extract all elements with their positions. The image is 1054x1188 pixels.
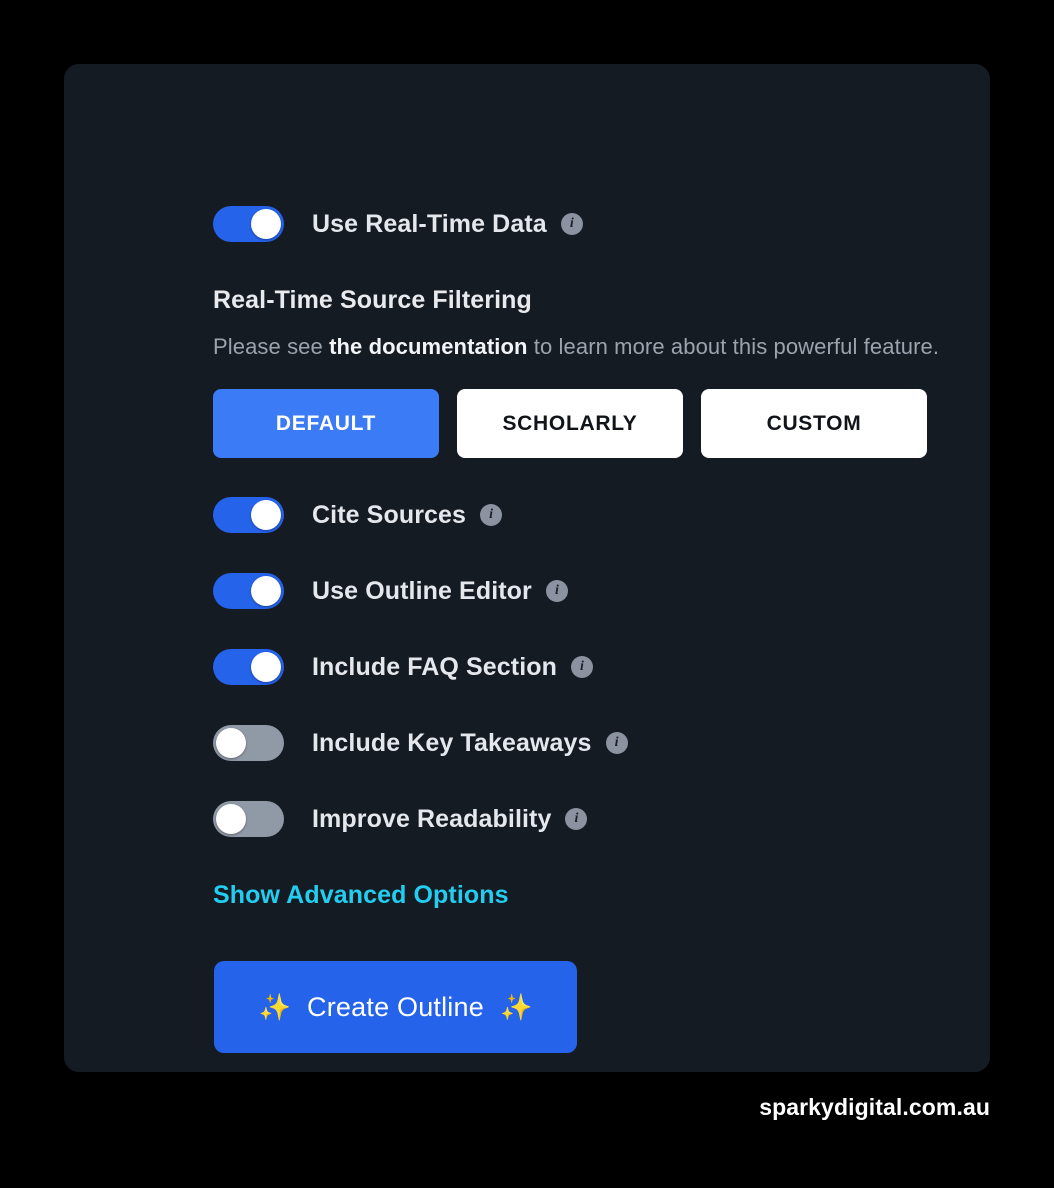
- show-advanced-options-link[interactable]: Show Advanced Options: [213, 881, 509, 910]
- toggle-label-include-faq-section: Include FAQ Section: [312, 652, 557, 681]
- toggle-label-include-key-takeaways: Include Key Takeaways: [312, 728, 592, 757]
- toggle-label-use-outline-editor: Use Outline Editor: [312, 576, 532, 605]
- section-description: Please see the documentation to learn mo…: [213, 334, 939, 360]
- toggle-row-use-outline-editor[interactable]: Use Outline Editor i: [213, 573, 568, 609]
- toggle-label-use-real-time-data: Use Real-Time Data: [312, 209, 547, 238]
- info-icon[interactable]: i: [571, 656, 593, 678]
- toggle-switch-use-outline-editor[interactable]: [213, 573, 284, 609]
- settings-card: Use Real-Time Data i Real-Time Source Fi…: [64, 64, 990, 1072]
- documentation-link[interactable]: the documentation: [329, 334, 527, 359]
- preset-button-custom[interactable]: CUSTOM: [701, 389, 927, 458]
- create-outline-button[interactable]: ✨ Create Outline ✨: [214, 961, 577, 1053]
- sparkles-icon-right: ✨: [499, 992, 533, 1022]
- info-icon[interactable]: i: [560, 213, 583, 235]
- toggle-knob: [251, 652, 281, 682]
- toggle-label-cite-sources: Cite Sources: [312, 500, 467, 529]
- toggle-knob: [251, 209, 281, 239]
- toggle-row-cite-sources[interactable]: Cite Sources i: [213, 497, 503, 533]
- preset-button-group: DEFAULT SCHOLARLY CUSTOM: [213, 389, 927, 458]
- section-heading-source-filtering: Real-Time Source Filtering: [213, 286, 532, 314]
- info-icon[interactable]: i: [545, 580, 568, 602]
- toggle-switch-use-real-time-data[interactable]: [213, 206, 284, 242]
- toggle-label-improve-readability: Improve Readability: [312, 804, 552, 833]
- toggle-row-use-real-time-data[interactable]: Use Real-Time Data i: [213, 206, 583, 242]
- toggle-knob: [216, 804, 246, 834]
- info-icon[interactable]: i: [565, 808, 588, 830]
- toggle-knob: [216, 728, 246, 758]
- toggle-switch-include-faq-section[interactable]: [213, 649, 284, 685]
- sparkles-icon-left: ✨: [258, 992, 292, 1022]
- toggle-switch-improve-readability[interactable]: [213, 801, 284, 837]
- description-prefix: Please see: [213, 334, 330, 359]
- toggle-row-include-key-takeaways[interactable]: Include Key Takeaways i: [213, 725, 628, 761]
- preset-button-default[interactable]: DEFAULT: [213, 389, 439, 458]
- watermark-text: sparkydigital.com.au: [759, 1094, 990, 1120]
- info-icon[interactable]: i: [480, 504, 503, 526]
- toggle-row-include-faq-section[interactable]: Include FAQ Section i: [213, 649, 593, 685]
- page-root: Use Real-Time Data i Real-Time Source Fi…: [0, 0, 1054, 1188]
- toggle-row-improve-readability[interactable]: Improve Readability i: [213, 801, 588, 837]
- toggle-knob: [251, 576, 281, 606]
- create-outline-button-label: Create Outline: [307, 991, 484, 1022]
- toggle-switch-cite-sources[interactable]: [213, 497, 284, 533]
- toggle-switch-include-key-takeaways[interactable]: [213, 725, 284, 761]
- info-icon[interactable]: i: [605, 732, 628, 754]
- toggle-knob: [251, 500, 281, 530]
- description-suffix: to learn more about this powerful featur…: [527, 334, 940, 359]
- preset-button-scholarly[interactable]: SCHOLARLY: [457, 389, 683, 458]
